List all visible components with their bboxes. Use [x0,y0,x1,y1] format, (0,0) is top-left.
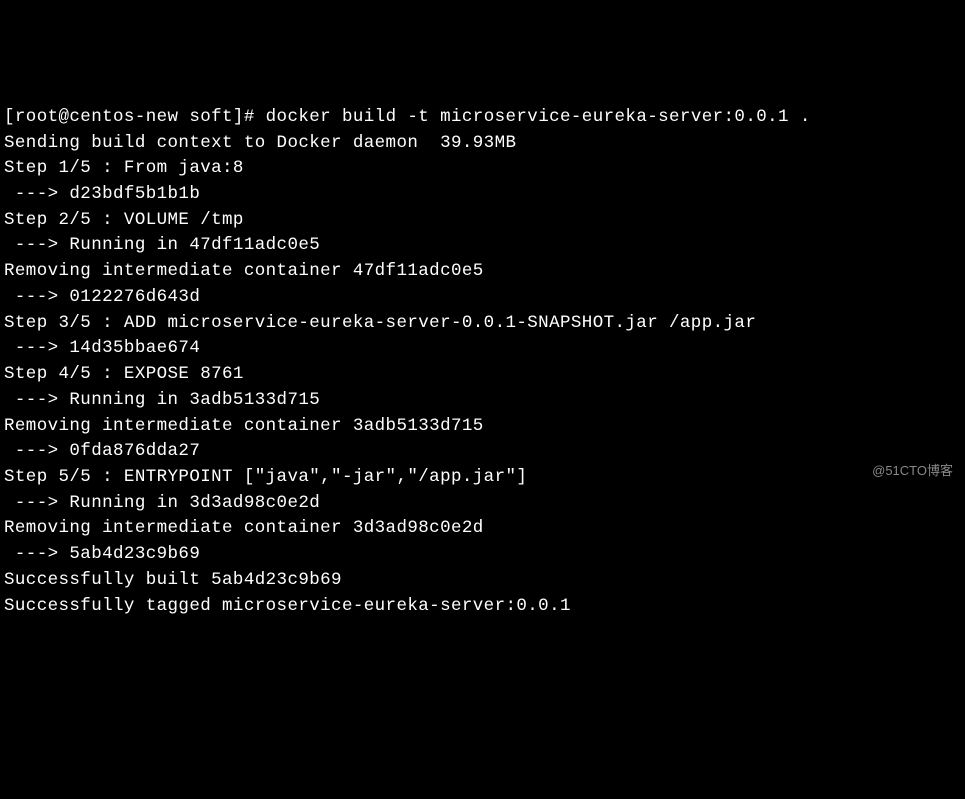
terminal-line: ---> 14d35bbae674 [4,336,961,362]
terminal-line: Successfully built 5ab4d23c9b69 [4,568,961,594]
terminal-line: Sending build context to Docker daemon 3… [4,131,961,157]
terminal-line: Step 3/5 : ADD microservice-eureka-serve… [4,311,961,337]
terminal-line: ---> d23bdf5b1b1b [4,182,961,208]
terminal-command-line: [root@centos-new soft]# docker build -t … [4,105,961,131]
terminal-line: ---> Running in 47df11adc0e5 [4,233,961,259]
terminal-line: Step 4/5 : EXPOSE 8761 [4,362,961,388]
terminal-line: ---> 0122276d643d [4,285,961,311]
shell-prompt: [root@centos-new soft]# [4,107,266,127]
terminal-line: Step 5/5 : ENTRYPOINT ["java","-jar","/a… [4,465,961,491]
watermark-text: @51CTO博客 [872,461,953,480]
terminal-line: ---> 5ab4d23c9b69 [4,542,961,568]
terminal-line: Removing intermediate container 3d3ad98c… [4,516,961,542]
terminal-line: ---> Running in 3d3ad98c0e2d [4,491,961,517]
terminal-line: Removing intermediate container 47df11ad… [4,259,961,285]
terminal-line: ---> 0fda876dda27 [4,439,961,465]
terminal-output: [root@centos-new soft]# docker build -t … [4,105,961,619]
shell-command: docker build -t microservice-eureka-serv… [266,107,811,127]
terminal-line: Step 2/5 : VOLUME /tmp [4,208,961,234]
terminal-line: ---> Running in 3adb5133d715 [4,388,961,414]
terminal-line: Step 1/5 : From java:8 [4,156,961,182]
terminal-line: Removing intermediate container 3adb5133… [4,414,961,440]
terminal-line: Successfully tagged microservice-eureka-… [4,594,961,620]
